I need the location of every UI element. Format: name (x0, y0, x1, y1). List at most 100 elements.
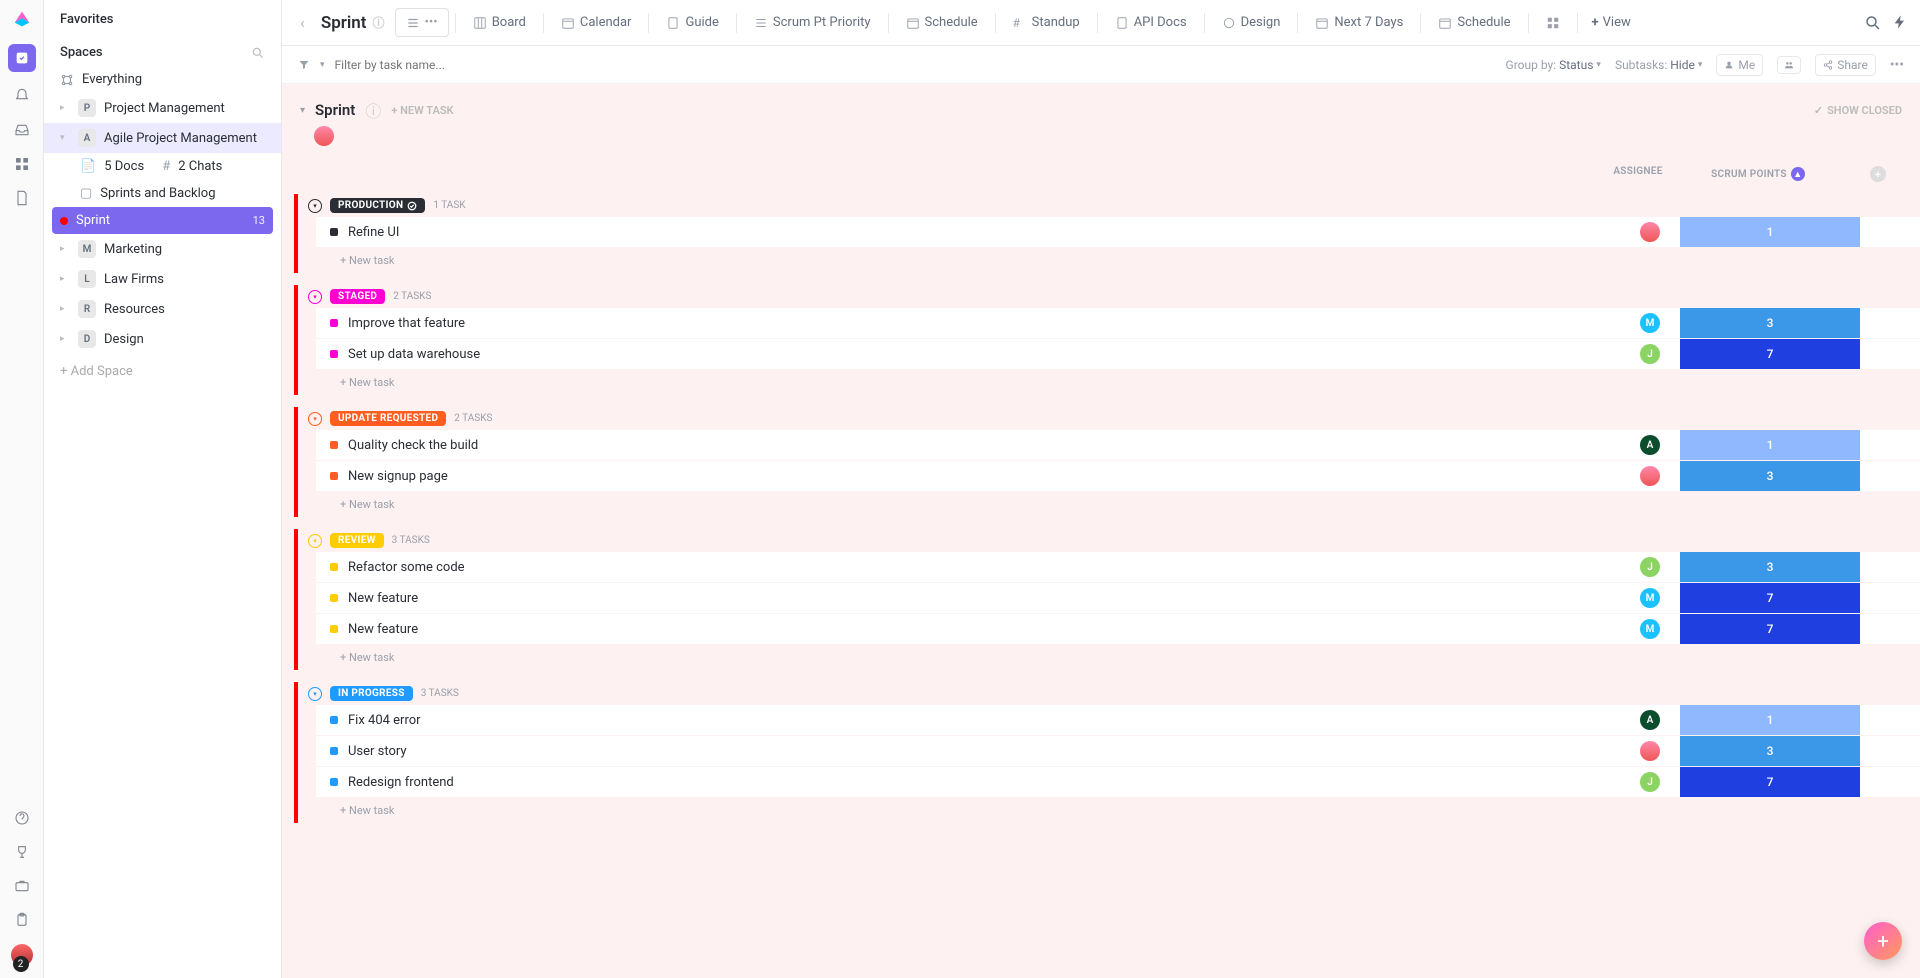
info-icon[interactable]: ⓘ (365, 98, 381, 122)
add-space-button[interactable]: + Add Space (44, 354, 281, 389)
task-name[interactable]: New feature (348, 622, 1620, 637)
task-row[interactable]: New signup page 3 (316, 461, 1920, 491)
task-points[interactable]: 1 (1680, 705, 1860, 735)
collapse-group-icon[interactable]: ▾ (308, 687, 322, 701)
task-row[interactable]: Redesign frontend J 7 (316, 767, 1920, 797)
clickup-logo-icon[interactable] (11, 8, 33, 30)
task-points[interactable]: 3 (1680, 308, 1860, 338)
trophy-icon[interactable] (12, 842, 32, 862)
task-assignee[interactable]: J (1620, 772, 1680, 792)
task-assignee[interactable] (1620, 222, 1680, 242)
subtasks-dropdown[interactable]: Subtasks: Hide ▾ (1615, 58, 1702, 72)
task-assignee[interactable] (1620, 741, 1680, 761)
add-task-row[interactable]: + New task (298, 248, 1920, 273)
task-assignee[interactable]: J (1620, 344, 1680, 364)
view-grid[interactable] (1535, 9, 1571, 37)
task-row[interactable]: New feature M 7 (316, 614, 1920, 644)
add-task-row[interactable]: + New task (298, 645, 1920, 670)
add-view-button[interactable]: +View (1584, 9, 1639, 36)
task-assignee[interactable]: M (1620, 619, 1680, 639)
task-row[interactable]: Refine UI 1 (316, 217, 1920, 247)
task-name[interactable]: Refine UI (348, 225, 1620, 240)
task-points[interactable]: 3 (1680, 461, 1860, 491)
group-header[interactable]: ▾ PRODUCTION 1 TASK (298, 194, 1920, 217)
docs-row[interactable]: 📄5 Docs#2 Chats (44, 153, 281, 180)
group-header[interactable]: ▾ UPDATE REQUESTED 2 TASKS (298, 407, 1920, 430)
task-points[interactable]: 7 (1680, 583, 1860, 613)
automations-icon[interactable] (1892, 14, 1908, 32)
task-row[interactable]: Quality check the build A 1 (316, 430, 1920, 460)
task-name[interactable]: New feature (348, 591, 1620, 606)
list-sprint[interactable]: Sprint13 (52, 207, 273, 234)
task-assignee[interactable]: A (1620, 435, 1680, 455)
collapse-list-icon[interactable]: ▾ (300, 105, 305, 116)
add-task-row[interactable]: + New task (298, 370, 1920, 395)
task-points[interactable]: 1 (1680, 430, 1860, 460)
help-icon[interactable] (12, 808, 32, 828)
search-icon[interactable] (1864, 14, 1882, 32)
task-points[interactable]: 3 (1680, 552, 1860, 582)
doc-icon[interactable] (12, 188, 32, 208)
task-name[interactable]: Refactor some code (348, 560, 1620, 575)
filter-icon[interactable] (298, 59, 310, 71)
add-task-row[interactable]: + New task (298, 492, 1920, 517)
everything-row[interactable]: Everything (44, 66, 281, 93)
assignee-filter-button[interactable] (1777, 56, 1801, 74)
info-icon[interactable]: ⓘ (373, 14, 385, 31)
col-scrum-points[interactable]: SCRUM POINTS▲ (1668, 166, 1848, 182)
new-task-button[interactable]: + NEW TASK (391, 104, 453, 117)
favorites-header[interactable]: Favorites (44, 0, 281, 33)
filter-input[interactable] (335, 58, 535, 72)
view-next-7-days[interactable]: Next 7 Days (1304, 8, 1414, 37)
space-marketing[interactable]: ▸MMarketing (44, 234, 281, 264)
bell-icon[interactable] (12, 86, 32, 106)
me-filter-button[interactable]: Me (1716, 54, 1763, 76)
filter-dropdown-icon[interactable]: ▾ (320, 60, 325, 70)
task-row[interactable]: Set up data warehouse J 7 (316, 339, 1920, 369)
view-guide[interactable]: Guide (655, 8, 729, 37)
col-assignee[interactable]: ASSIGNEE (1608, 166, 1668, 182)
task-name[interactable]: Set up data warehouse (348, 347, 1620, 362)
task-row[interactable]: Fix 404 error A 1 (316, 705, 1920, 735)
workspace-avatar[interactable]: 2 (11, 944, 33, 966)
task-assignee[interactable]: M (1620, 588, 1680, 608)
group-by-dropdown[interactable]: Group by: Status ▾ (1506, 58, 1601, 72)
clipboard-icon[interactable] (12, 910, 32, 930)
task-assignee[interactable] (1620, 466, 1680, 486)
view-schedule-2[interactable]: Schedule (1427, 8, 1521, 37)
collapse-group-icon[interactable]: ▾ (308, 199, 322, 213)
add-column-button[interactable]: + (1848, 166, 1908, 182)
space-law-firms[interactable]: ▸LLaw Firms (44, 264, 281, 294)
show-closed-button[interactable]: ✓ SHOW CLOSED (1814, 104, 1902, 117)
folder-sprints-backlog[interactable]: ▢Sprints and Backlog (44, 180, 281, 207)
collapse-sidebar-icon[interactable]: ‹ (294, 13, 311, 32)
task-name[interactable]: Improve that feature (348, 316, 1620, 331)
task-points[interactable]: 7 (1680, 614, 1860, 644)
task-points[interactable]: 1 (1680, 217, 1860, 247)
task-points[interactable]: 3 (1680, 736, 1860, 766)
space-agile-project-management[interactable]: ▾AAgile Project Management (44, 123, 281, 153)
add-task-row[interactable]: + New task (298, 798, 1920, 823)
collapse-group-icon[interactable]: ▾ (308, 412, 322, 426)
task-row[interactable]: New feature M 7 (316, 583, 1920, 613)
quick-create-fab[interactable]: + (1864, 922, 1902, 960)
more-icon[interactable]: ••• (1890, 57, 1904, 73)
task-name[interactable]: User story (348, 744, 1620, 759)
task-name[interactable]: New signup page (348, 469, 1620, 484)
task-assignee[interactable]: J (1620, 557, 1680, 577)
task-name[interactable]: Quality check the build (348, 438, 1620, 453)
apps-icon[interactable] (12, 154, 32, 174)
briefcase-icon[interactable] (12, 876, 32, 896)
view-standup[interactable]: #Standup (1002, 8, 1091, 37)
view-board[interactable]: Board (462, 8, 537, 37)
collapse-group-icon[interactable]: ▾ (308, 290, 322, 304)
view-calendar[interactable]: Calendar (550, 8, 643, 37)
space-design[interactable]: ▸DDesign (44, 324, 281, 354)
share-button[interactable]: Share (1815, 54, 1876, 76)
view-design[interactable]: Design (1211, 8, 1292, 37)
view-api-docs[interactable]: API Docs (1104, 8, 1198, 37)
group-header[interactable]: ▾ REVIEW 3 TASKS (298, 529, 1920, 552)
task-row[interactable]: User story 3 (316, 736, 1920, 766)
task-assignee[interactable]: A (1620, 710, 1680, 730)
task-row[interactable]: Refactor some code J 3 (316, 552, 1920, 582)
